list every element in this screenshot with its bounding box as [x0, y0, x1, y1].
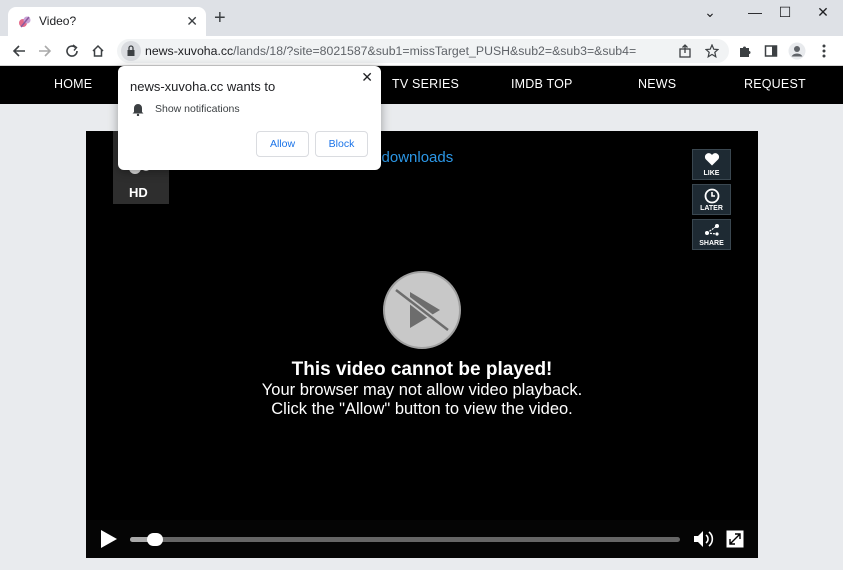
prompt-description: Show notifications — [155, 103, 240, 115]
profile-avatar-icon[interactable] — [787, 41, 807, 61]
video-player[interactable]: HD d downloads LIKE LATER SHARE This vid… — [86, 131, 758, 558]
share-page-icon[interactable] — [675, 41, 695, 61]
home-icon[interactable] — [88, 41, 108, 61]
forward-icon[interactable] — [35, 41, 55, 61]
hd-label: HD — [129, 185, 148, 200]
seek-handle[interactable] — [147, 533, 163, 546]
browser-toolbar: news-xuvoha.cc/lands/18/?site=8021587&su… — [0, 36, 843, 66]
play-disabled-icon[interactable] — [382, 270, 462, 350]
url-path: /lands/18/?site=8021587&sub1=missTarget_… — [233, 44, 637, 58]
side-panel-icon[interactable] — [761, 41, 781, 61]
browser-tab[interactable]: Video? ✕ — [8, 7, 206, 36]
share-label: SHARE — [699, 240, 724, 247]
extensions-icon[interactable] — [735, 41, 755, 61]
clock-icon — [704, 188, 720, 204]
window-close-icon[interactable]: ✕ — [808, 4, 838, 24]
error-title: This video cannot be played! — [291, 359, 553, 380]
watch-later-button[interactable]: LATER — [692, 184, 731, 215]
bell-icon — [132, 104, 144, 116]
like-button[interactable]: LIKE — [692, 149, 731, 180]
maximize-icon[interactable]: ☐ — [770, 4, 800, 24]
site-favicon-icon — [19, 16, 31, 28]
back-icon[interactable] — [9, 41, 29, 61]
bookmark-star-icon[interactable] — [702, 41, 722, 61]
share-button[interactable]: SHARE — [692, 219, 731, 250]
reload-icon[interactable] — [62, 41, 82, 61]
lock-icon[interactable] — [121, 41, 141, 61]
allow-button[interactable]: Allow — [256, 131, 309, 157]
play-icon[interactable] — [98, 529, 118, 549]
like-label: LIKE — [703, 170, 720, 177]
nav-request[interactable]: REQUEST — [744, 77, 806, 91]
nav-imdb-top[interactable]: IMDB TOP — [511, 77, 573, 91]
nav-news[interactable]: NEWS — [638, 77, 676, 91]
tab-bar: Video? ✕ + ⌄ — ☐ ✕ — [0, 0, 843, 36]
prompt-close-icon[interactable]: ✕ — [361, 69, 373, 86]
player-title[interactable]: d downloads — [369, 149, 453, 166]
prompt-title: news-xuvoha.cc wants to — [130, 79, 276, 94]
url-text[interactable]: news-xuvoha.cc/lands/18/?site=8021587&su… — [145, 44, 636, 58]
share-icon — [705, 224, 719, 236]
error-line-2: Click the "Allow" button to view the vid… — [271, 400, 573, 418]
minimize-icon[interactable]: — — [740, 4, 770, 24]
player-controls — [86, 520, 758, 558]
new-tab-icon[interactable]: + — [214, 8, 226, 28]
nav-tv-series[interactable]: TV SERIES — [392, 77, 459, 91]
heart-icon — [704, 153, 720, 166]
url-domain: news-xuvoha.cc — [145, 44, 234, 58]
menu-kebab-icon[interactable] — [814, 41, 834, 61]
seek-bar[interactable] — [130, 533, 680, 546]
block-button[interactable]: Block — [315, 131, 368, 157]
volume-icon[interactable] — [692, 529, 714, 549]
later-label: LATER — [700, 205, 723, 212]
nav-home[interactable]: HOME — [54, 77, 92, 91]
notification-permission-prompt: news-xuvoha.cc wants to ✕ Show notificat… — [118, 66, 381, 170]
address-bar[interactable]: news-xuvoha.cc/lands/18/?site=8021587&su… — [117, 39, 729, 63]
tab-title: Video? — [39, 14, 77, 28]
tab-close-icon[interactable]: ✕ — [186, 13, 198, 30]
error-line-1: Your browser may not allow video playbac… — [261, 381, 583, 399]
fullscreen-icon[interactable] — [726, 530, 744, 548]
tab-search-chevron-icon[interactable]: ⌄ — [695, 4, 725, 24]
